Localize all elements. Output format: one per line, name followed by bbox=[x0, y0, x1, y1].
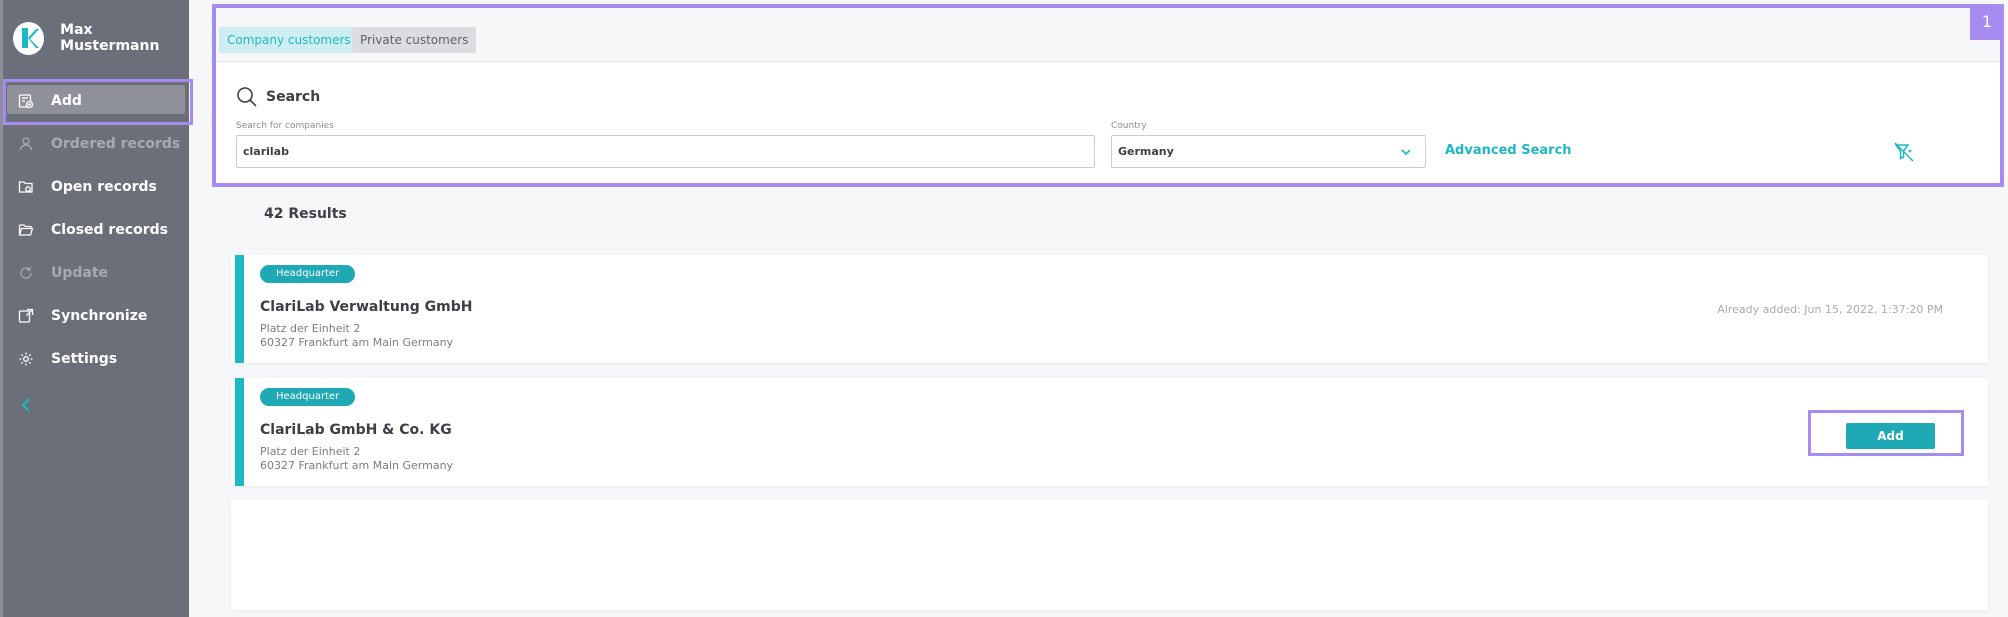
search-panel: Company customers Private customers 1 Se… bbox=[212, 4, 2004, 187]
clear-filter-icon[interactable] bbox=[1892, 140, 1916, 168]
chevron-left-icon[interactable] bbox=[17, 395, 37, 415]
search-title: Search bbox=[266, 89, 321, 105]
user-profile[interactable]: Max Mustermann bbox=[13, 20, 189, 56]
user-name: Max Mustermann bbox=[60, 22, 160, 54]
gear-icon bbox=[17, 350, 35, 368]
search-icon bbox=[237, 87, 257, 107]
results-count: 42 Results bbox=[264, 206, 347, 222]
company-street: Platz der Einheit 2 bbox=[260, 445, 361, 458]
country-label: Country bbox=[1111, 121, 1147, 131]
company-search-input[interactable] bbox=[243, 145, 1094, 158]
result-card: Headquarter ClariLab GmbH & Co. KG Platz… bbox=[231, 378, 1988, 486]
search-heading: Search bbox=[236, 86, 320, 108]
folder-open-icon bbox=[17, 221, 35, 239]
sidebar-item-label: Closed records bbox=[51, 221, 168, 238]
customer-tabs: Company customers Private customers bbox=[216, 8, 2000, 62]
headquarter-badge: Headquarter bbox=[260, 265, 356, 283]
sidebar-item-closed-records[interactable]: Closed records bbox=[3, 208, 189, 251]
highlight-add-button bbox=[1808, 410, 1964, 456]
tab-private-customers[interactable]: Private customers bbox=[352, 27, 477, 53]
refresh-icon bbox=[17, 264, 35, 282]
advanced-search-link[interactable]: Advanced Search bbox=[1445, 143, 1572, 158]
app-logo-icon bbox=[13, 21, 45, 55]
sync-icon bbox=[17, 307, 35, 325]
sidebar-item-ordered-records[interactable]: Ordered records bbox=[3, 122, 189, 165]
highlight-add-nav bbox=[3, 79, 193, 125]
already-added-status: Already added: Jun 15, 2022, 1:37:20 PM bbox=[1717, 303, 1943, 316]
company-street: Platz der Einheit 2 bbox=[260, 322, 361, 335]
company-city: 60327 Frankfurt am Main Germany bbox=[260, 336, 454, 349]
folder-search-icon bbox=[17, 178, 35, 196]
sidebar-item-label: Settings bbox=[51, 350, 118, 367]
country-select[interactable]: Germany bbox=[1111, 135, 1426, 168]
country-value: Germany bbox=[1118, 145, 1174, 158]
sidebar-item-open-records[interactable]: Open records bbox=[3, 165, 189, 208]
sidebar-item-settings[interactable]: Settings bbox=[3, 337, 189, 380]
company-city: 60327 Frankfurt am Main Germany bbox=[260, 459, 454, 472]
company-search-label: Search for companies bbox=[236, 121, 334, 131]
chevron-down-icon bbox=[1401, 149, 1411, 156]
result-card: Headquarter ClariLab Verwaltung GmbH Pla… bbox=[231, 255, 1988, 363]
sidebar-item-label: Ordered records bbox=[51, 135, 181, 152]
headquarter-badge: Headquarter bbox=[260, 388, 356, 406]
sidebar-item-label: Synchronize bbox=[51, 307, 148, 324]
sidebar-item-label: Open records bbox=[51, 178, 157, 195]
annotation-badge: 1 bbox=[1970, 4, 2004, 40]
result-card-empty bbox=[231, 500, 1988, 610]
sidebar-item-update[interactable]: Update bbox=[3, 251, 189, 294]
tab-company-customers[interactable]: Company customers bbox=[219, 27, 359, 53]
sidebar-item-label: Update bbox=[51, 264, 109, 281]
person-icon bbox=[17, 135, 35, 153]
company-search-field[interactable] bbox=[236, 135, 1095, 168]
card-accent-stripe bbox=[235, 255, 244, 363]
company-name: ClariLab Verwaltung GmbH bbox=[260, 299, 473, 315]
sidebar-item-synchronize[interactable]: Synchronize bbox=[3, 294, 189, 337]
company-name: ClariLab GmbH & Co. KG bbox=[260, 422, 452, 438]
card-accent-stripe bbox=[235, 378, 244, 486]
